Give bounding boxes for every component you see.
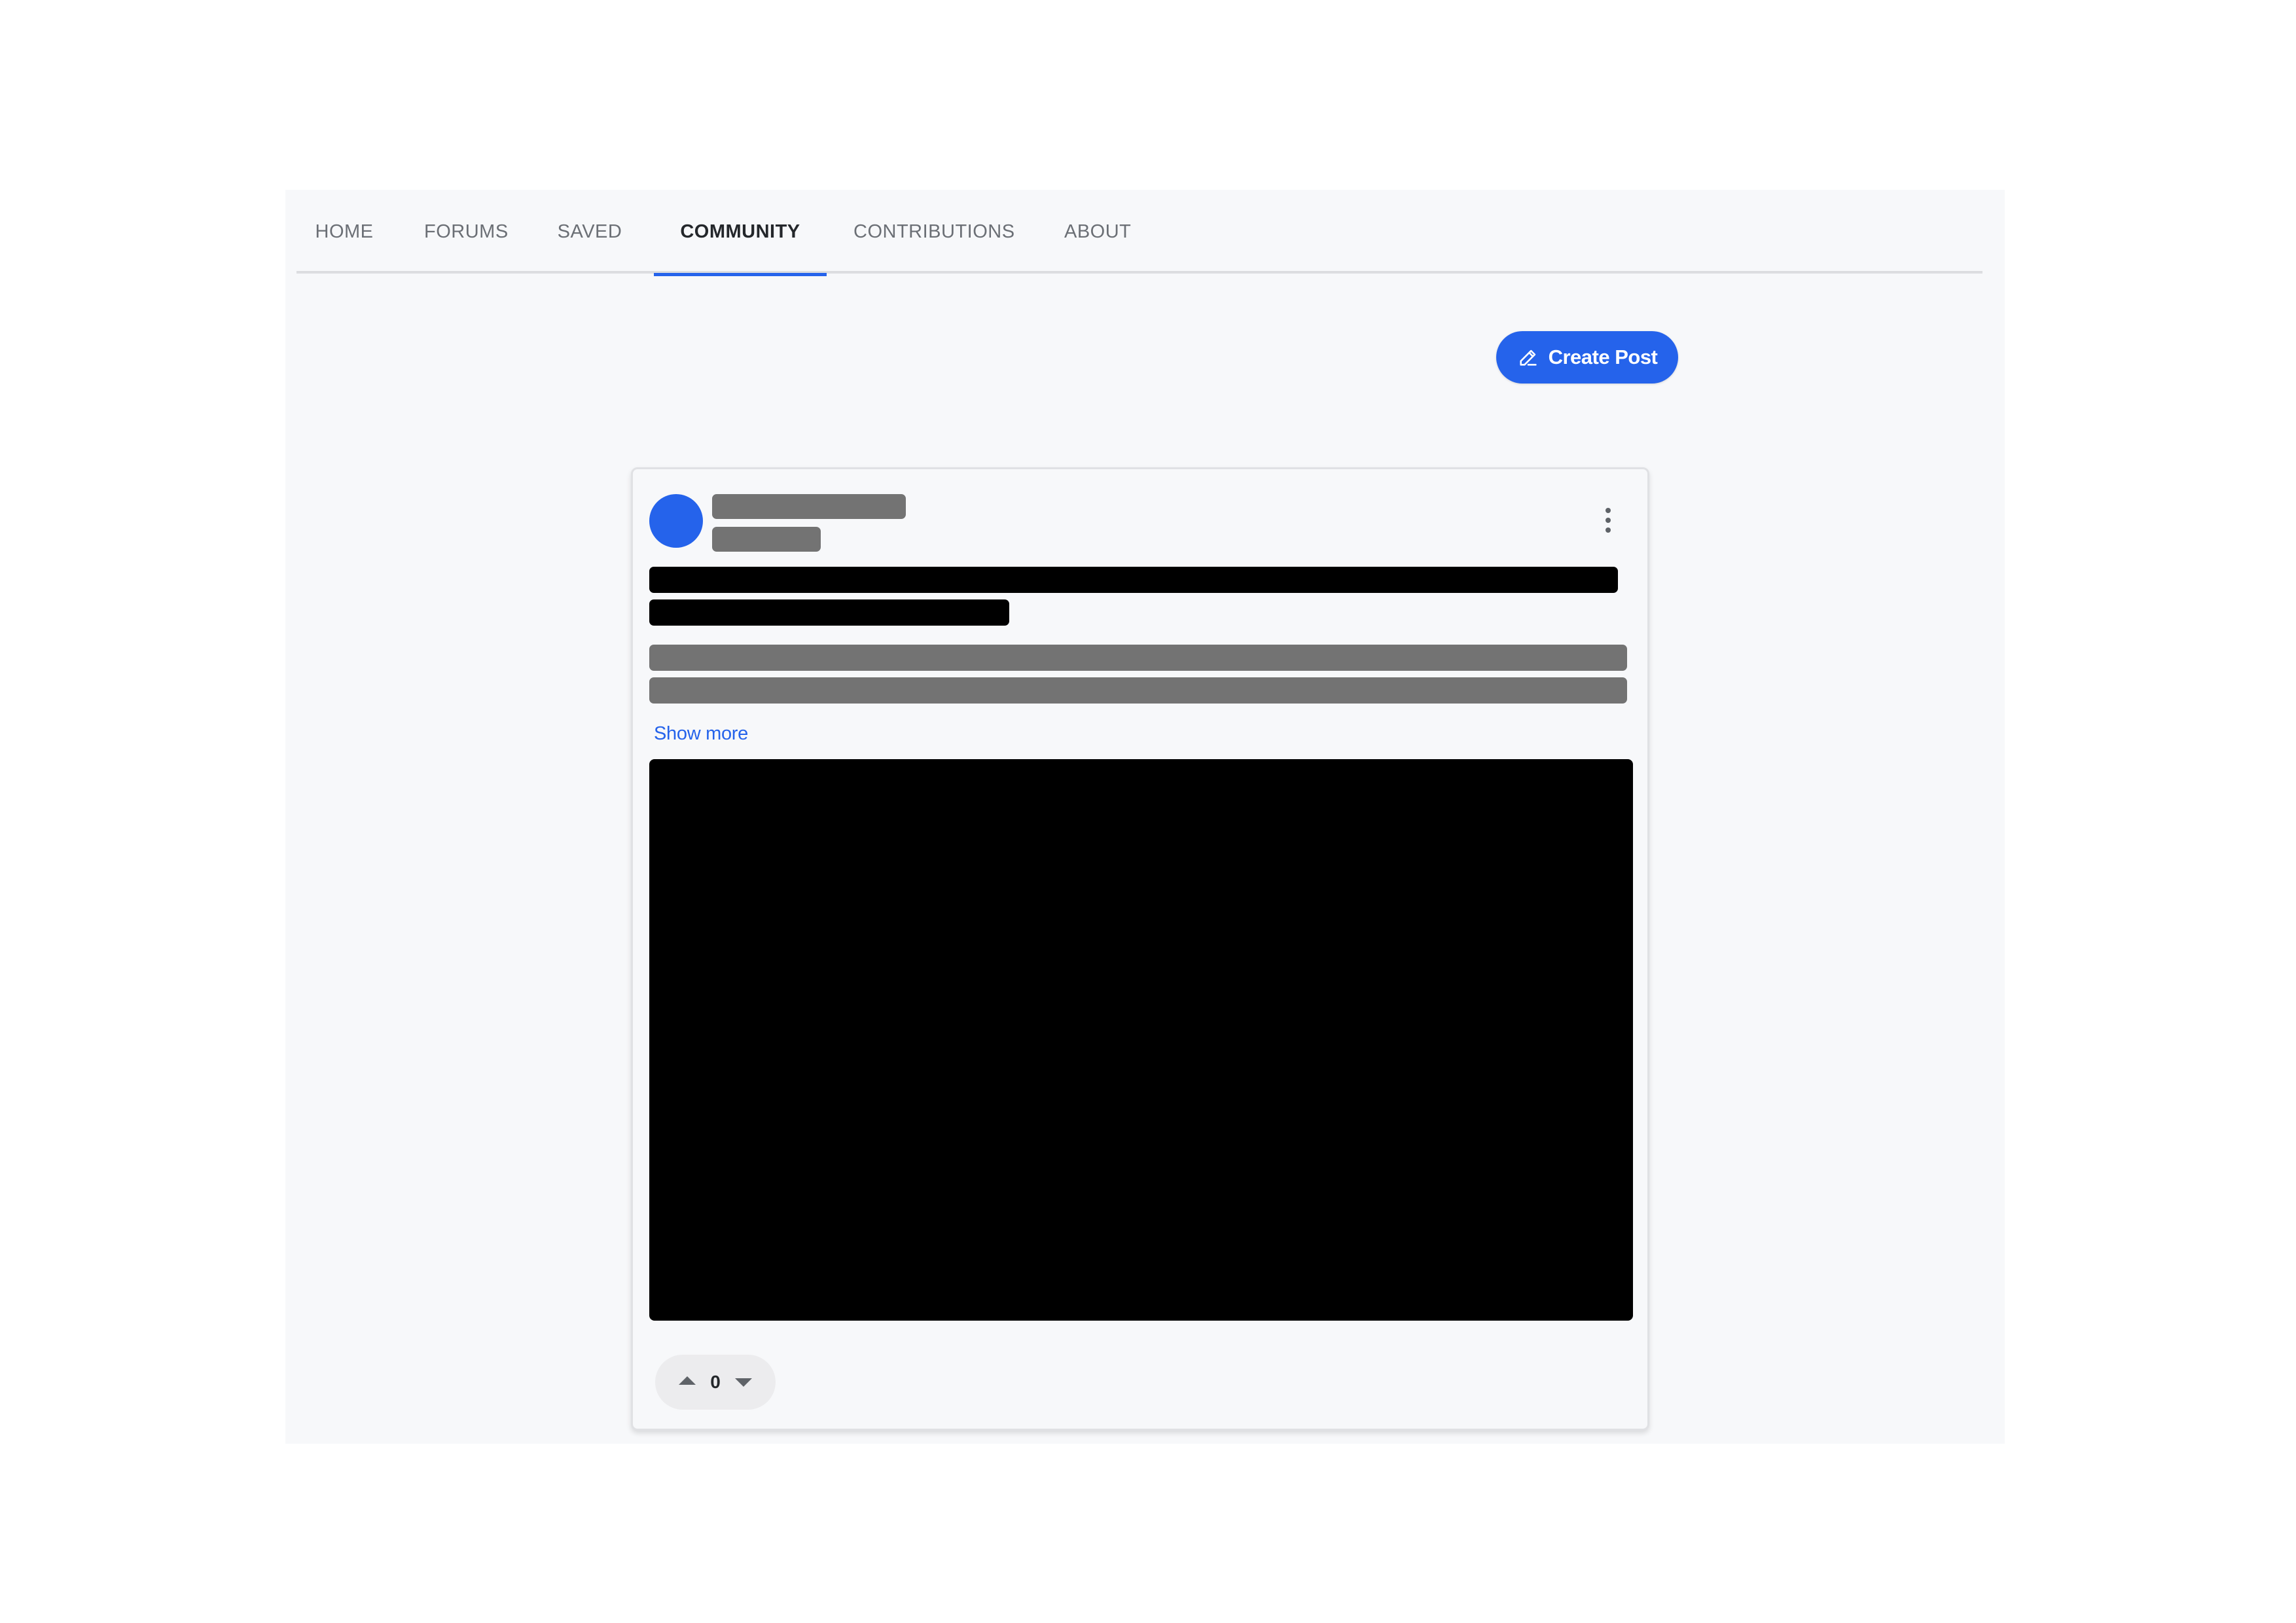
post-card: Show more 0: [631, 467, 1649, 1431]
pencil-icon: [1519, 349, 1537, 366]
tab-label: CONTRIBUTIONS: [853, 221, 1015, 242]
tab-label: SAVED: [557, 221, 622, 242]
create-post-button[interactable]: Create Post: [1496, 331, 1678, 383]
tab-bar: HOME FORUMS SAVED COMMUNITY CONTRIBUTION…: [296, 190, 1982, 276]
show-more-link[interactable]: Show more: [654, 723, 748, 745]
tab-forums[interactable]: FORUMS: [424, 190, 508, 274]
tab-underline: [654, 273, 827, 276]
redacted-body-line: [649, 677, 1627, 704]
redacted-title-line: [649, 599, 1009, 626]
redacted-timestamp: [712, 527, 821, 552]
tab-home[interactable]: HOME: [314, 190, 374, 274]
redacted-post-media[interactable]: [649, 759, 1633, 1321]
tab-label: HOME: [315, 221, 374, 242]
more-vertical-icon[interactable]: [1595, 505, 1621, 535]
vote-count: 0: [710, 1372, 721, 1392]
kebab-dot: [1605, 518, 1611, 523]
avatar[interactable]: [649, 494, 703, 548]
create-post-label: Create Post: [1548, 346, 1658, 368]
tab-label: FORUMS: [424, 221, 509, 242]
redacted-body-line: [649, 645, 1627, 671]
kebab-dot: [1605, 527, 1611, 533]
redacted-author-name: [712, 494, 906, 519]
kebab-dot: [1605, 508, 1611, 513]
tab-saved[interactable]: SAVED: [557, 190, 622, 274]
upvote-arrow-icon[interactable]: [679, 1376, 696, 1385]
app-window: HOME FORUMS SAVED COMMUNITY CONTRIBUTION…: [285, 190, 2005, 1444]
tab-label: COMMUNITY: [680, 221, 800, 242]
tab-about[interactable]: ABOUT: [1064, 190, 1131, 274]
downvote-arrow-icon[interactable]: [734, 1378, 752, 1387]
tab-community[interactable]: COMMUNITY: [654, 190, 827, 276]
tab-contributions[interactable]: CONTRIBUTIONS: [853, 190, 1014, 274]
tab-label: ABOUT: [1064, 221, 1132, 242]
vote-control: 0: [655, 1355, 776, 1410]
redacted-title-line: [649, 567, 1618, 593]
